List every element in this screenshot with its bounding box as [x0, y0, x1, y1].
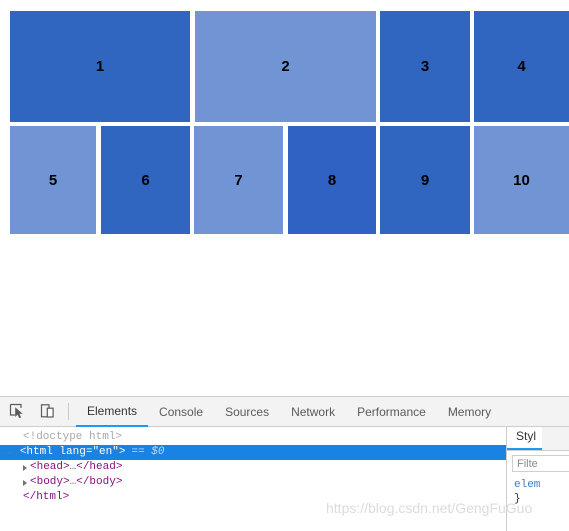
- devtools-toolbar: Elements Console Sources Network Performance…: [0, 397, 569, 427]
- html-tag-open: <html: [19, 446, 53, 458]
- inspect-element-icon[interactable]: [4, 399, 30, 425]
- grid-item-label: 5: [48, 171, 58, 189]
- grid-item-7: 7: [194, 126, 283, 234]
- grid-item-label: 9: [420, 171, 430, 189]
- grid-item-4: 4: [474, 11, 569, 122]
- grid-item-label: 6: [141, 171, 150, 189]
- grid-item-2: 2: [195, 11, 376, 122]
- body-tag-close: </body>: [76, 476, 123, 488]
- html-lang-attr-name: lang: [52, 446, 86, 458]
- expand-triangle-icon[interactable]: [23, 464, 27, 471]
- grid-item-8: 8: [288, 126, 376, 234]
- grid-item-1: 1: [10, 11, 190, 122]
- head-ellipsis: …: [69, 461, 77, 473]
- tab-styles[interactable]: Styl: [507, 427, 543, 450]
- styles-rule-closing-brace: }: [514, 493, 521, 505]
- tab-network[interactable]: Network: [280, 397, 346, 427]
- dom-line-html-selected[interactable]: ... <html lang = "en" > == $0: [0, 445, 506, 460]
- tab-elements[interactable]: Elements: [76, 397, 149, 427]
- grid-item-label: 7: [234, 171, 243, 189]
- grid-item-9: 9: [380, 126, 470, 234]
- styles-tabstrip: Styl: [507, 427, 569, 451]
- doctype-text: <!doctype html>: [23, 431, 123, 443]
- head-tag-open: <head>: [30, 461, 70, 473]
- body-tag-open: <body>: [30, 476, 70, 488]
- html-tag-closing: </html>: [23, 491, 70, 503]
- body-ellipsis: …: [69, 476, 77, 488]
- styles-rule-selector: elem: [514, 479, 541, 491]
- styles-sidebar: Styl Filte elem }: [506, 427, 569, 531]
- grid-item-5: 5: [10, 126, 96, 234]
- toolbar-divider: [68, 403, 69, 420]
- console-reference-marker: == $0: [131, 446, 165, 458]
- dom-line-doctype[interactable]: <!doctype html>: [0, 430, 506, 445]
- tab-performance[interactable]: Performance: [346, 397, 437, 427]
- head-tag-close: </head>: [76, 461, 123, 473]
- devtools-panel: Elements Console Sources Network Performance…: [0, 396, 569, 531]
- attr-equals: =: [85, 446, 93, 458]
- rendered-page-viewport: 1 2 3 4 5 6 7 8 9 10: [0, 0, 569, 396]
- dom-line-head[interactable]: <head>… </head>: [0, 460, 506, 475]
- html-tag-close-bracket: >: [118, 446, 126, 458]
- tab-console[interactable]: Console: [148, 397, 214, 427]
- devtools-body: <!doctype html> ... <html lang = "en" > == $0…: [0, 427, 569, 531]
- grid-item-label: 2: [281, 58, 290, 75]
- grid-item-label: 3: [420, 58, 430, 75]
- grid-item-label: 1: [95, 58, 105, 75]
- dom-collapse-ellipsis: ...: [0, 446, 20, 458]
- tab-sources[interactable]: Sources: [214, 397, 280, 427]
- tab-memory[interactable]: Memory: [437, 397, 502, 427]
- dom-line-html-close[interactable]: </html>: [0, 490, 506, 505]
- dom-tree[interactable]: <!doctype html> ... <html lang = "en" > == $0…: [0, 427, 506, 531]
- grid-item-label: 8: [327, 171, 337, 189]
- grid-item-10: 10: [474, 126, 569, 234]
- grid-item-6: 6: [101, 126, 190, 234]
- grid-item-label: 4: [517, 58, 526, 75]
- devtools-tabstrip: Elements Console Sources Network Performance…: [76, 397, 502, 427]
- expand-triangle-icon[interactable]: [23, 479, 27, 486]
- styles-rule-element-style: elem }: [507, 478, 569, 506]
- dom-line-body[interactable]: <body>… </body>: [0, 475, 506, 490]
- toggle-device-toolbar-icon[interactable]: [34, 399, 60, 425]
- grid-item-3: 3: [380, 11, 470, 122]
- html-lang-attr-value: "en": [92, 446, 119, 458]
- styles-filter-input[interactable]: Filte: [512, 455, 569, 472]
- grid-item-label: 10: [513, 171, 530, 189]
